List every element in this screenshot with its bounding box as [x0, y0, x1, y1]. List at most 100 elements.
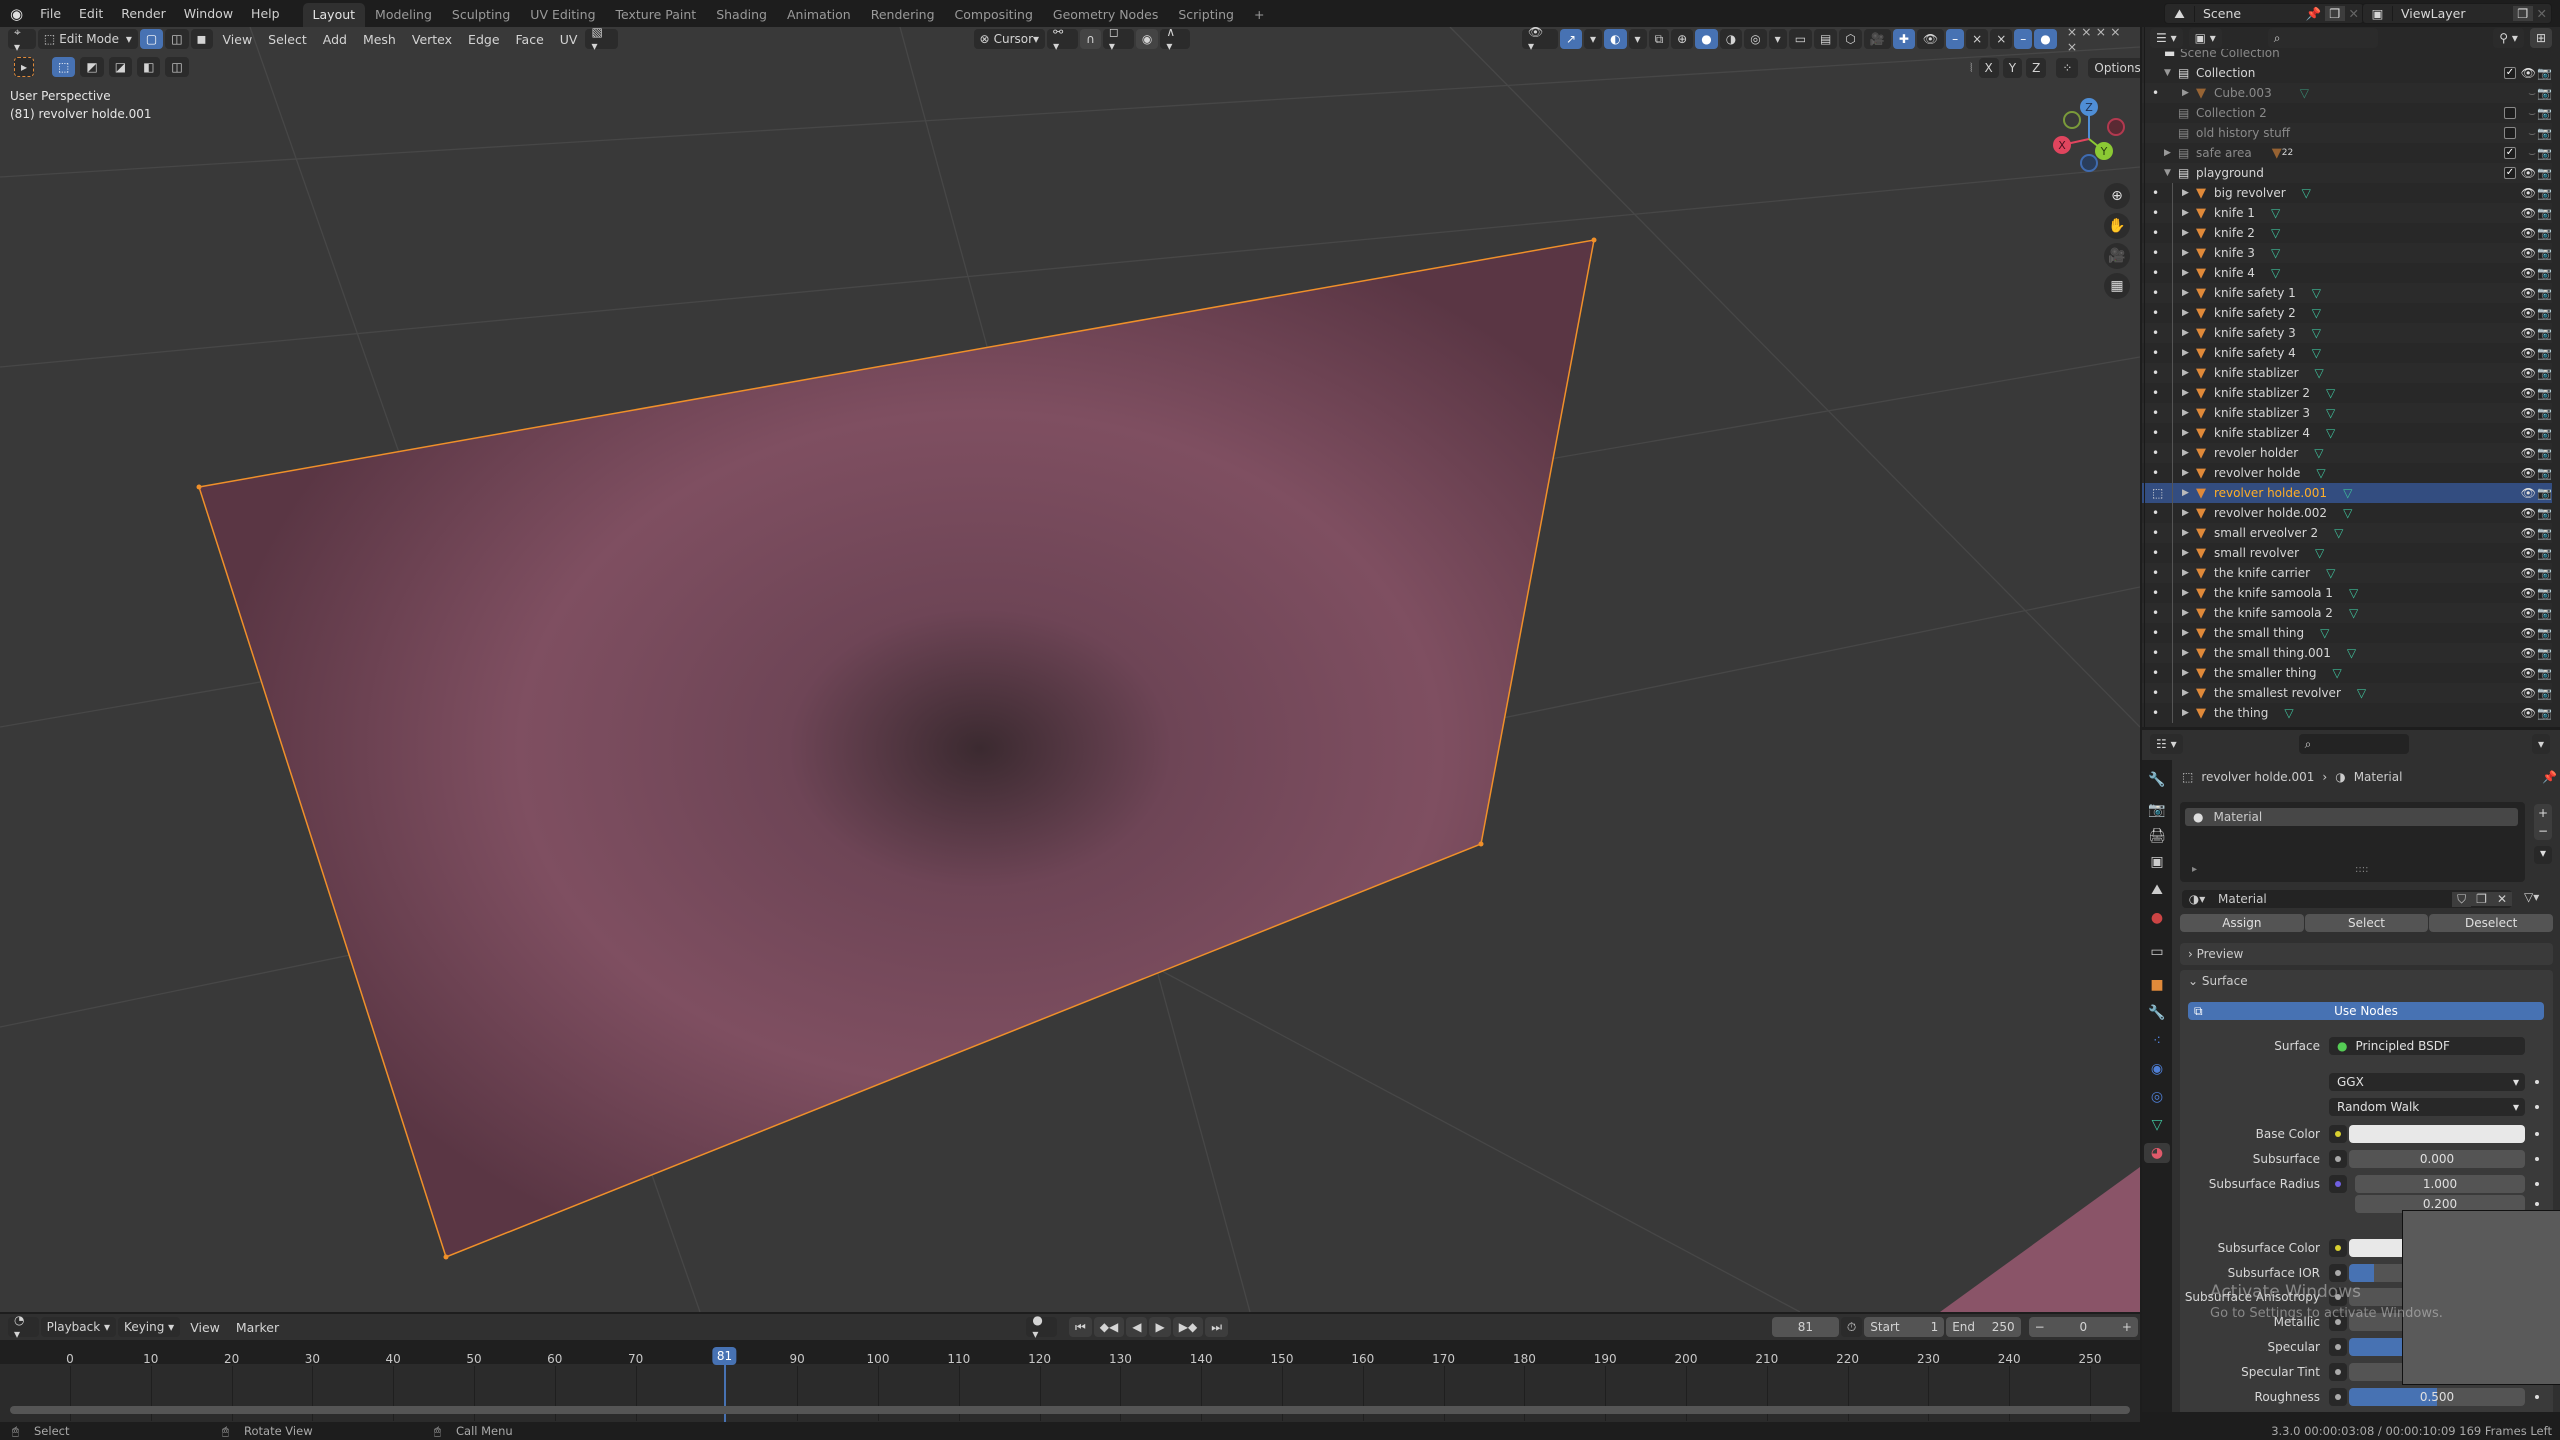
expand-arrow-icon[interactable]: ▶: [2182, 588, 2196, 598]
outliner-object-row[interactable]: ⬚ ▶ ▼ revolver holde.001 ▽ 👁 📷: [2142, 483, 2552, 503]
material-slot[interactable]: ● Material: [2185, 808, 2518, 826]
outliner-object-row[interactable]: • ▶ ▼ knife safety 4 ▽ 👁 📷: [2142, 343, 2552, 363]
render-camera-icon[interactable]: 📷: [2537, 226, 2552, 240]
output-tab-icon[interactable]: 🖨: [2147, 826, 2167, 846]
properties-search-input[interactable]: ⌕: [2298, 734, 2409, 754]
tab-geometry-nodes[interactable]: Geometry Nodes: [1043, 3, 1168, 27]
visibility-eye-icon[interactable]: 👁: [2521, 526, 2536, 540]
bsdf-value-field[interactable]: [2349, 1125, 2525, 1143]
modifier-tab-icon[interactable]: 🔧: [2147, 1003, 2167, 1023]
dot-icon[interactable]: •: [2152, 446, 2159, 460]
dot-icon[interactable]: •: [2152, 606, 2159, 620]
render-camera-icon[interactable]: 📷: [2537, 266, 2552, 280]
pin-icon[interactable]: 📌: [2302, 6, 2326, 22]
timeline-view-menu[interactable]: View: [182, 1320, 228, 1335]
new-collection-icon[interactable]: ⊞: [2529, 28, 2552, 48]
dot-icon[interactable]: •: [2152, 506, 2159, 520]
keyframe-dot[interactable]: [2535, 1105, 2539, 1109]
render-camera-icon[interactable]: 📷: [2537, 546, 2552, 560]
mesh-data-icon[interactable]: ▽: [2357, 686, 2366, 700]
menu-uv[interactable]: UV: [552, 32, 586, 47]
render-camera-icon[interactable]: 📷: [2537, 186, 2552, 200]
visibility-eye-icon[interactable]: 👁: [2521, 306, 2536, 320]
distribution-dropdown[interactable]: GGX ▾: [2329, 1073, 2525, 1091]
solid-shading-button[interactable]: ●: [1695, 29, 1718, 49]
expand-arrow-icon[interactable]: ▶: [2182, 88, 2196, 98]
outliner-object-row[interactable]: • ▶ ▼ knife stablizer ▽ 👁 📷: [2142, 363, 2552, 383]
render-camera-icon[interactable]: 📷: [2537, 626, 2552, 640]
outliner-object-row[interactable]: • ▶ ▼ knife 3 ▽ 👁 📷: [2142, 243, 2552, 263]
outliner-object-row[interactable]: • ▶ ▼ small erveolver 2 ▽ 👁 📷: [2142, 523, 2552, 543]
resize-handle[interactable]: ::::: [2355, 864, 2368, 875]
render-camera-icon[interactable]: 📷: [2537, 246, 2552, 260]
mode-dropdown[interactable]: ⬚ Edit Mode ▾: [37, 29, 138, 49]
select-intersect-icon[interactable]: ◫: [165, 57, 189, 77]
menu-view[interactable]: View: [215, 32, 261, 47]
expand-arrow-icon[interactable]: ▶: [2182, 708, 2196, 718]
visibility-eye-icon[interactable]: 👁: [2521, 266, 2536, 280]
mesh-data-icon[interactable]: ▽: [2343, 486, 2352, 500]
add-slot-button[interactable]: +: [2534, 804, 2552, 822]
keyframe-dot[interactable]: [2535, 1132, 2539, 1136]
xray-button[interactable]: ⧉: [1648, 29, 1670, 49]
render-camera-icon[interactable]: 📷: [2537, 306, 2552, 320]
menu-mesh[interactable]: Mesh: [355, 32, 404, 47]
visibility-eye-icon[interactable]: 👁: [2521, 566, 2536, 580]
decrement-icon[interactable]: −: [2035, 1320, 2045, 1334]
expand-arrow-icon[interactable]: ▶: [2182, 688, 2196, 698]
render-camera-icon[interactable]: 📷: [2537, 146, 2552, 160]
outliner-object-row[interactable]: • ▶ ▼ the thing ▽ 👁 📷: [2142, 703, 2552, 723]
visibility-eye-icon[interactable]: 👁: [2521, 706, 2536, 720]
render-camera-icon[interactable]: 📷: [2537, 486, 2552, 500]
tab-animation[interactable]: Animation: [777, 3, 861, 27]
outliner-collection-row[interactable]: • ▶ ▼ Cube.003 ▽ ⌣ 📷: [2142, 83, 2552, 103]
visibility-eye-icon[interactable]: 👁: [2521, 386, 2536, 400]
mesh-data-icon[interactable]: ▽: [2334, 526, 2343, 540]
render-camera-icon[interactable]: 📷: [2537, 426, 2552, 440]
socket-icon[interactable]: [2329, 1338, 2347, 1356]
visibility-eye-icon[interactable]: 👁: [2521, 366, 2536, 380]
mesh-data-icon[interactable]: ▽: [2332, 666, 2341, 680]
outliner-object-row[interactable]: • ▶ ▼ the smaller thing ▽ 👁 📷: [2142, 663, 2552, 683]
mesh-data-icon[interactable]: ▽: [2315, 366, 2324, 380]
tab-uv-editing[interactable]: UV Editing: [520, 3, 605, 27]
expand-arrow-icon[interactable]: ▶: [2182, 208, 2196, 218]
expand-arrow-icon[interactable]: ▶: [2182, 188, 2196, 198]
outliner-object-row[interactable]: • ▶ ▼ knife stablizer 2 ▽ 👁 📷: [2142, 383, 2552, 403]
outliner-object-row[interactable]: • ▶ ▼ the small thing.001 ▽ 👁 📷: [2142, 643, 2552, 663]
select-subtract-icon[interactable]: ◪: [108, 57, 133, 77]
menu-add[interactable]: Add: [315, 32, 355, 47]
visibility-button[interactable]: 👁 ▾: [1521, 27, 1558, 53]
slot-specials-button[interactable]: ▾: [2534, 846, 2552, 864]
snap-element-button[interactable]: ◻ ▾: [1102, 27, 1134, 53]
render-camera-icon[interactable]: 📷: [2537, 666, 2552, 680]
mesh-data-icon[interactable]: ▽: [2347, 646, 2356, 660]
mesh-data-icon[interactable]: ▽: [2312, 326, 2321, 340]
gizmo-toggle-button[interactable]: ↗: [1559, 29, 1583, 49]
preview-panel-header[interactable]: › Preview: [2180, 943, 2553, 965]
expand-arrow-icon[interactable]: ▶: [2164, 148, 2178, 158]
dot-icon[interactable]: •: [2152, 326, 2159, 340]
world-tab-icon[interactable]: ●: [2147, 908, 2167, 928]
mirror-x-toggle[interactable]: X: [1978, 58, 1999, 78]
expand-arrow-icon[interactable]: ▶: [2182, 408, 2196, 418]
outliner-object-row[interactable]: • ▶ ▼ knife 2 ▽ 👁 📷: [2142, 223, 2552, 243]
eye-visibility-icon[interactable]: 👁: [1916, 29, 1945, 49]
bsdf-value-field[interactable]: 0.000: [2349, 1150, 2525, 1168]
expand-arrow-icon[interactable]: ▶: [2182, 268, 2196, 278]
menu-vertex[interactable]: Vertex: [404, 32, 460, 47]
use-nodes-button[interactable]: ⧉ Use Nodes: [2188, 1002, 2544, 1020]
new-view-layer-icon[interactable]: ❐: [2513, 6, 2533, 21]
gizmo-dropdown[interactable]: ▾: [1584, 29, 1603, 49]
mesh-data-icon[interactable]: ▽: [2271, 206, 2280, 220]
editor-type-button[interactable]: ⌖ ▾: [8, 27, 36, 54]
falloff-button[interactable]: ∧ ▾: [1160, 27, 1191, 53]
socket-icon[interactable]: [2329, 1150, 2347, 1168]
dot-icon[interactable]: •: [2152, 646, 2159, 660]
render-camera-icon[interactable]: 📷: [2537, 66, 2552, 80]
dot-icon[interactable]: •: [2152, 386, 2159, 400]
slot-add-remove[interactable]: + −: [2534, 804, 2552, 840]
exclude-checkbox[interactable]: ✓: [2504, 67, 2516, 79]
auto-merge-icon[interactable]: ⁘: [2056, 58, 2079, 78]
tab-compositing[interactable]: Compositing: [945, 3, 1043, 27]
